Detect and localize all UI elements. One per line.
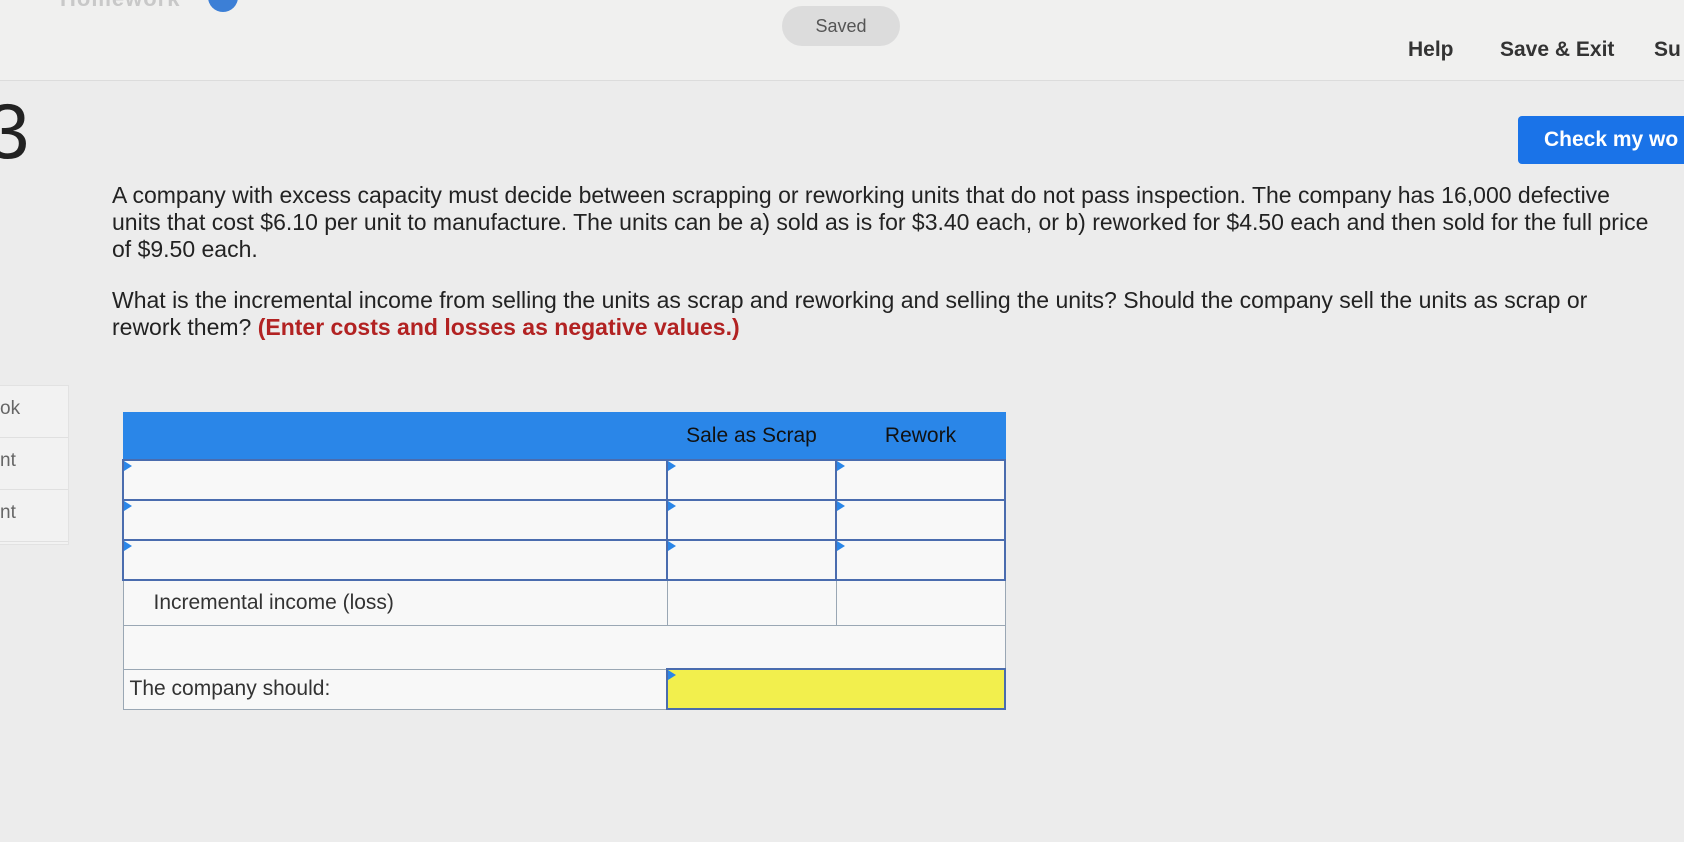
spacer-cell (122, 625, 1006, 670)
answer-table: Sale as Scrap Rework Incremental income … (122, 412, 1006, 710)
input-marker-icon (837, 541, 845, 551)
incremental-income-label: Incremental income (loss) (122, 579, 668, 626)
input-marker-icon (668, 461, 676, 471)
header-blank-cell (122, 412, 668, 461)
dropdown-marker-icon (124, 541, 132, 551)
rework-incremental-value (835, 579, 1006, 626)
left-nav-item[interactable]: nt (0, 438, 68, 490)
table-row (122, 499, 1006, 541)
row-label-select[interactable] (122, 459, 668, 501)
table-row (122, 459, 1006, 501)
saved-status: Saved (782, 6, 900, 46)
row-label-select[interactable] (122, 539, 668, 581)
dropdown-marker-icon (124, 461, 132, 471)
scrap-incremental-value (666, 579, 837, 626)
assignment-title: Homework (60, 0, 180, 12)
spacer-row (122, 625, 1006, 670)
left-nav-item[interactable]: ok (0, 386, 68, 438)
left-side-panel: ok nt nt (0, 385, 69, 545)
decision-row: The company should: (122, 668, 1006, 710)
top-bar: Homework Saved Help Save & Exit Su (0, 0, 1684, 81)
incremental-income-row: Incremental income (loss) (122, 579, 1006, 626)
question-paragraph-2: What is the incremental income from sell… (112, 287, 1662, 341)
input-marker-icon (837, 461, 845, 471)
decision-select[interactable] (666, 668, 1006, 710)
scrap-value-input[interactable] (666, 499, 837, 541)
rework-value-input[interactable] (835, 459, 1006, 501)
company-should-label: The company should: (122, 668, 668, 710)
input-marker-icon (837, 501, 845, 511)
col-header-rework: Rework (835, 412, 1006, 461)
rework-value-input[interactable] (835, 539, 1006, 581)
question-paragraph-1: A company with excess capacity must deci… (112, 182, 1649, 262)
save-exit-link[interactable]: Save & Exit (1500, 38, 1614, 62)
question-text: A company with excess capacity must deci… (112, 182, 1662, 365)
row-label-select[interactable] (122, 499, 668, 541)
scrap-value-input[interactable] (666, 539, 837, 581)
question-number: 3 (0, 87, 30, 175)
submit-link[interactable]: Su (1654, 38, 1681, 62)
scrap-value-input[interactable] (666, 459, 837, 501)
check-my-work-button[interactable]: Check my wo (1518, 116, 1684, 164)
info-badge-icon[interactable] (208, 0, 238, 12)
input-marker-icon (668, 501, 676, 511)
dropdown-marker-icon (668, 670, 676, 680)
entry-instruction: (Enter costs and losses as negative valu… (257, 314, 740, 340)
col-header-sale-as-scrap: Sale as Scrap (666, 412, 837, 461)
help-link[interactable]: Help (1408, 38, 1454, 62)
left-nav-item[interactable]: nt (0, 490, 68, 542)
dropdown-marker-icon (124, 501, 132, 511)
table-header-row: Sale as Scrap Rework (122, 412, 1006, 461)
table-row (122, 539, 1006, 581)
rework-value-input[interactable] (835, 499, 1006, 541)
input-marker-icon (668, 541, 676, 551)
